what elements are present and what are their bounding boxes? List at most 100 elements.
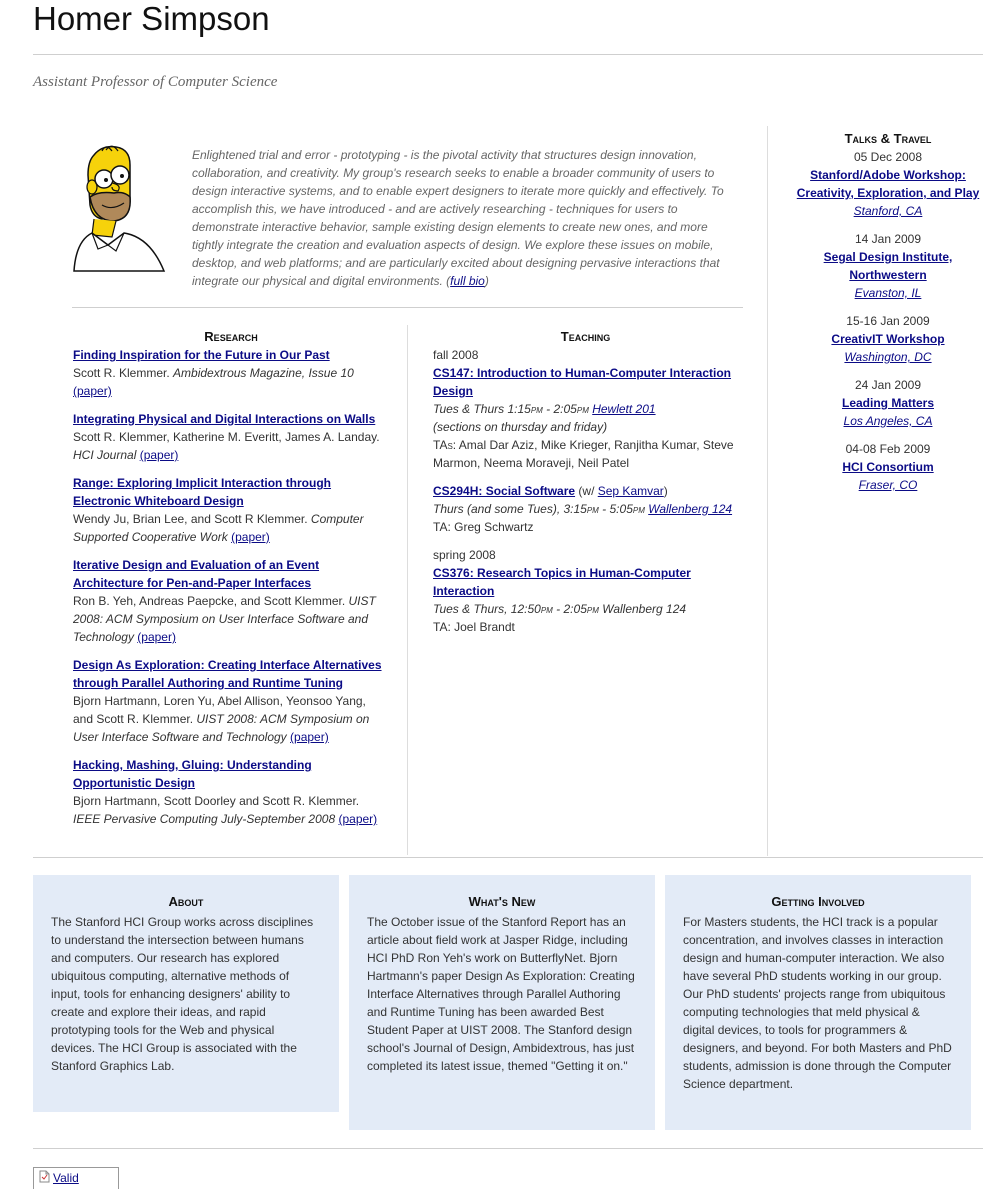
course-cs294h-link[interactable]: CS294H: Social Software xyxy=(433,484,575,498)
about-heading: About xyxy=(168,894,204,909)
research-item: Integrating Physical and Digital Interac… xyxy=(73,410,389,464)
talk-item: 14 Jan 2009 Segal Design Institute, North… xyxy=(790,230,986,302)
research-item: Range: Exploring Implicit Interaction th… xyxy=(73,474,389,546)
research-item-authors: Bjorn Hartmann, Scott Doorley and Scott … xyxy=(73,794,360,808)
research-item: Finding Inspiration for the Future in Ou… xyxy=(73,346,389,400)
valid-link[interactable]: Valid xyxy=(53,1171,79,1185)
talk-date: 05 Dec 2008 xyxy=(853,150,923,164)
course-cs376-link[interactable]: CS376: Research Topics in Human-Computer… xyxy=(433,566,691,598)
course-cs147-pm1: pm xyxy=(530,402,543,416)
research-item-title-link[interactable]: Hacking, Mashing, Gluing: Understanding … xyxy=(73,758,312,790)
talk-date: 04-08 Feb 2009 xyxy=(845,442,931,456)
research-item-paper-link[interactable]: (paper) xyxy=(73,384,112,398)
course-cs376-room: Wallenberg 124 xyxy=(598,602,687,616)
research-column: Research Finding Inspiration for the Fut… xyxy=(73,328,389,838)
course-cs294h: CS294H: Social Software (w/ Sep Kamvar) … xyxy=(433,482,738,536)
research-item-title-link[interactable]: Iterative Design and Evaluation of an Ev… xyxy=(73,558,319,590)
getting-involved-box: Getting Involved For Masters students, t… xyxy=(665,875,971,1130)
term-fall-label: fall 2008 xyxy=(433,348,479,362)
whats-new-box: What's New The October issue of the Stan… xyxy=(349,875,655,1130)
research-item-venue: Ambidextrous Magazine, Issue 10 xyxy=(173,366,354,380)
talk-location-link[interactable]: Evanston, IL xyxy=(855,286,922,300)
page-subtitle: Assistant Professor of Computer Science xyxy=(33,74,278,90)
course-cs147-tas-label: TAs: xyxy=(433,438,457,452)
talk-item: 04-08 Feb 2009 HCI Consortium Fraser, CO xyxy=(790,440,986,494)
research-item-authors: Wendy Ju, Brian Lee, and Scott R Klemmer… xyxy=(73,512,308,526)
research-item-paper-link[interactable]: (paper) xyxy=(338,812,377,826)
talk-location-link[interactable]: Washington, DC xyxy=(844,350,931,364)
talk-item: 15-16 Jan 2009 CreativIT Workshop Washingt… xyxy=(790,312,986,366)
course-cs376-pm1: pm xyxy=(540,602,553,616)
talk-title-link[interactable]: CreativIT Workshop xyxy=(831,332,944,346)
research-item-venue: IEEE Pervasive Computing July-September … xyxy=(73,812,336,826)
header-divider xyxy=(33,54,983,55)
course-cs147-sections: (sections on thursday and friday) xyxy=(433,420,608,434)
course-cs147: CS147: Introduction to Human-Computer In… xyxy=(433,364,738,472)
getting-involved-text: For Masters students, the HCI track is a… xyxy=(683,915,952,1091)
research-item-authors: Ron B. Yeh, Andreas Paepcke, and Scott K… xyxy=(73,594,346,608)
talk-date: 15-16 Jan 2009 xyxy=(846,314,930,328)
course-cs376-ta: Joel Brandt xyxy=(454,620,515,634)
talks-list: 05 Dec 2008 Stanford/Adobe Workshop: Crea… xyxy=(790,148,986,494)
talk-item: 24 Jan 2009 Leading Matters Los Angeles, C… xyxy=(790,376,986,430)
talk-title-link[interactable]: Stanford/Adobe Workshop: Creativity, Exp… xyxy=(797,168,980,200)
teaching-heading: Teaching xyxy=(560,329,611,344)
talk-date: 24 Jan 2009 xyxy=(854,378,922,392)
column-divider xyxy=(407,325,408,855)
whats-new-heading: What's New xyxy=(468,894,536,909)
research-item-paper-link[interactable]: (paper) xyxy=(140,448,179,462)
term-spring-label: spring 2008 xyxy=(433,548,496,562)
course-cs294h-instructor-link[interactable]: Sep Kamvar xyxy=(598,484,664,498)
talks-column: Talks & Travel 05 Dec 2008 Stanford/Adobe… xyxy=(790,130,986,504)
course-cs147-pm2: pm xyxy=(576,402,589,416)
page-title: Homer Simpson xyxy=(33,0,270,37)
research-item: Design As Exploration: Creating Interfac… xyxy=(73,656,389,746)
intro-divider xyxy=(72,307,743,308)
research-item: Iterative Design and Evaluation of an Ev… xyxy=(73,556,389,646)
research-item-authors: Scott R. Klemmer. xyxy=(73,366,170,380)
course-cs376-to: - 2:05 xyxy=(552,602,587,616)
research-item-title-link[interactable]: Design As Exploration: Creating Interfac… xyxy=(73,658,382,690)
talks-heading: Talks & Travel xyxy=(844,131,932,146)
research-item-authors: Scott R. Klemmer, Katherine M. Everitt, … xyxy=(73,430,380,444)
talk-location-link[interactable]: Los Angeles, CA xyxy=(844,414,933,428)
talk-item: 05 Dec 2008 Stanford/Adobe Workshop: Crea… xyxy=(790,148,986,220)
content-divider xyxy=(33,857,983,858)
talk-title-link[interactable]: Leading Matters xyxy=(842,396,934,410)
intro-bio-text: Enlightened trial and error - prototypin… xyxy=(192,148,724,288)
research-item-paper-link[interactable]: (paper) xyxy=(290,730,329,744)
course-cs376-pm2: pm xyxy=(586,602,599,616)
talk-location-link[interactable]: Stanford, CA xyxy=(854,204,923,218)
research-item-title-link[interactable]: Range: Exploring Implicit Interaction th… xyxy=(73,476,331,508)
full-bio-link[interactable]: full bio xyxy=(450,274,485,288)
research-item-paper-link[interactable]: (paper) xyxy=(231,530,270,544)
course-cs294h-room-link[interactable]: Wallenberg 124 xyxy=(648,502,732,516)
course-cs376-days: Tues & Thurs, 12:50 xyxy=(433,602,541,616)
course-cs147-room-link[interactable]: Hewlett 201 xyxy=(592,402,655,416)
course-cs147-link[interactable]: CS147: Introduction to Human-Computer In… xyxy=(433,366,731,398)
homer-simpson-portrait-icon xyxy=(73,145,166,272)
course-cs294h-pm2: pm xyxy=(632,502,645,516)
research-item-title-link[interactable]: Integrating Physical and Digital Interac… xyxy=(73,412,375,426)
about-box: About The Stanford HCI Group works acros… xyxy=(33,875,339,1112)
intro-bio: Enlightened trial and error - prototypin… xyxy=(192,148,724,288)
talk-title-link[interactable]: Segal Design Institute, Northwestern xyxy=(824,250,953,282)
research-item-paper-link[interactable]: (paper) xyxy=(137,630,176,644)
course-cs376: CS376: Research Topics in Human-Computer… xyxy=(433,564,738,636)
course-cs294h-with-suffix: ) xyxy=(663,484,668,498)
talk-title-link[interactable]: HCI Consortium xyxy=(842,460,933,474)
course-cs147-days: Tues & Thurs 1:15 xyxy=(433,402,531,416)
course-cs294h-to: - 5:05 xyxy=(598,502,633,516)
research-list: Finding Inspiration for the Future in Ou… xyxy=(73,346,389,828)
footer-divider xyxy=(33,1148,983,1149)
course-cs147-tas: Amal Dar Aziz, Mike Krieger, Ranjitha Ku… xyxy=(433,438,734,470)
course-cs294h-days: Thurs (and some Tues), 3:15 xyxy=(433,502,587,516)
homer-avatar xyxy=(72,145,167,273)
course-cs147-to: - 2:05 xyxy=(542,402,577,416)
whats-new-text: The October issue of the Stanford Report… xyxy=(367,915,635,1073)
course-cs294h-pm1: pm xyxy=(586,502,599,516)
talk-location-link[interactable]: Fraser, CO xyxy=(859,478,918,492)
research-item-title-link[interactable]: Finding Inspiration for the Future in Ou… xyxy=(73,348,330,362)
course-cs294h-ta: Greg Schwartz xyxy=(454,520,534,534)
research-item-venue: HCI Journal xyxy=(73,448,137,462)
